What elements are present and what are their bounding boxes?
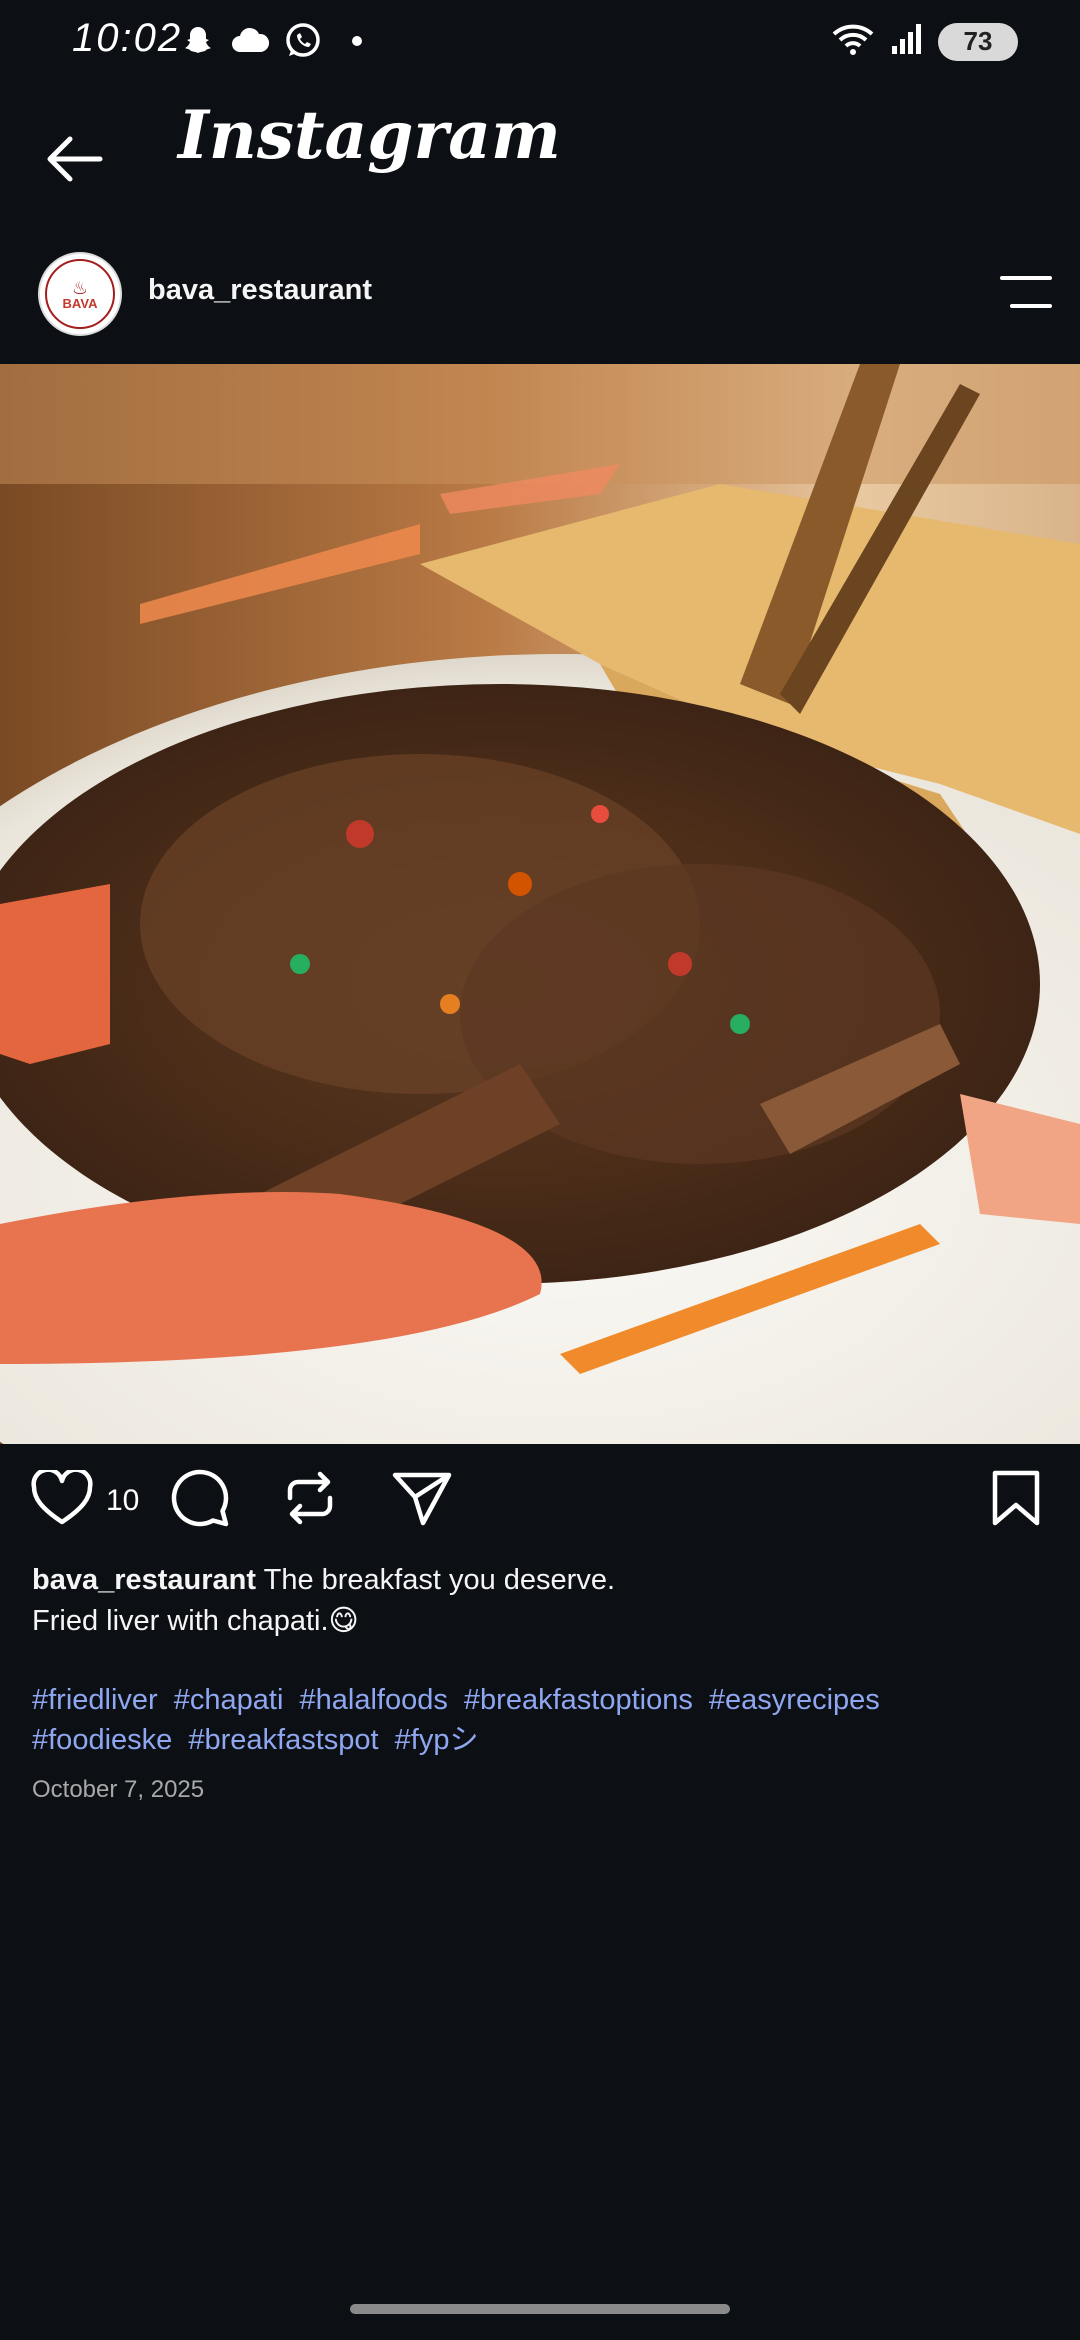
post-actions: 10 xyxy=(0,1466,1080,1536)
hashtag-link[interactable]: #easyrecipes xyxy=(709,1684,880,1716)
battery-icon: 73 xyxy=(938,22,1018,61)
comment-icon xyxy=(171,1469,229,1527)
post-image[interactable] xyxy=(0,364,1080,1444)
app-header: Instagram xyxy=(0,84,1080,224)
send-icon xyxy=(392,1472,452,1526)
status-bar: 10:02 73 xyxy=(0,0,1080,84)
like-count[interactable]: 10 xyxy=(106,1484,139,1518)
food-photo xyxy=(0,364,1080,1444)
snapchat-icon xyxy=(180,23,216,59)
avatar-logo-text: BAVA xyxy=(62,295,98,311)
hashtag-link[interactable]: #foodieske xyxy=(32,1724,172,1756)
like-button[interactable] xyxy=(30,1466,94,1530)
share-button[interactable] xyxy=(390,1466,454,1530)
notification-icons xyxy=(180,22,362,60)
dot-icon xyxy=(352,36,362,46)
repost-icon xyxy=(287,1471,333,1525)
wifi-icon xyxy=(830,22,876,61)
battery-level: 73 xyxy=(963,26,993,56)
hashtag-link[interactable]: #breakfastspot xyxy=(188,1724,378,1756)
comment-button[interactable] xyxy=(168,1466,232,1530)
post-header: ♨ BAVA bava_restaurant xyxy=(0,236,1080,352)
whatsapp-icon xyxy=(284,22,322,60)
caption-line-1: The breakfast you deserve. xyxy=(263,1564,616,1596)
repost-button[interactable] xyxy=(278,1466,342,1530)
signal-icon xyxy=(890,22,924,61)
hashtag-link[interactable]: #friedliver xyxy=(32,1684,158,1716)
menu-button[interactable] xyxy=(996,272,1052,316)
hashtag-list: #friedliver #chapati #halalfoods #breakf… xyxy=(32,1680,1042,1760)
instagram-post-screen: 10:02 73 Instagram ♨ BAVA bava_restauran… xyxy=(0,0,1080,2340)
menu-icon-line xyxy=(1010,304,1052,308)
hashtag-link[interactable]: #fypシ xyxy=(395,1724,479,1756)
heart-icon xyxy=(31,1470,93,1525)
caption-line-2: Fried liver with chapati.😋 xyxy=(32,1605,359,1637)
home-indicator[interactable] xyxy=(350,2304,730,2314)
cloud-icon xyxy=(230,26,270,56)
avatar[interactable]: ♨ BAVA xyxy=(38,252,122,336)
save-button[interactable] xyxy=(984,1466,1048,1530)
arrow-left-icon xyxy=(47,136,103,182)
post-username[interactable]: bava_restaurant xyxy=(148,274,372,307)
bookmark-icon xyxy=(992,1470,1040,1526)
post-date: October 7, 2025 xyxy=(32,1776,205,1803)
hashtag-link[interactable]: #halalfoods xyxy=(300,1684,448,1716)
status-time: 10:02 xyxy=(72,16,183,60)
steam-cup-icon: ♨ xyxy=(71,277,89,298)
menu-icon xyxy=(1000,276,1052,280)
hashtag-link[interactable]: #breakfastoptions xyxy=(464,1684,693,1716)
post-caption: bava_restaurant The breakfast you deserv… xyxy=(32,1560,1042,1642)
back-button[interactable] xyxy=(38,124,108,194)
app-title: Instagram xyxy=(178,96,561,174)
caption-username[interactable]: bava_restaurant xyxy=(32,1564,256,1596)
avatar-logo: ♨ BAVA xyxy=(45,259,115,329)
system-icons: 73 xyxy=(830,22,1018,61)
hashtag-link[interactable]: #chapati xyxy=(174,1684,284,1716)
